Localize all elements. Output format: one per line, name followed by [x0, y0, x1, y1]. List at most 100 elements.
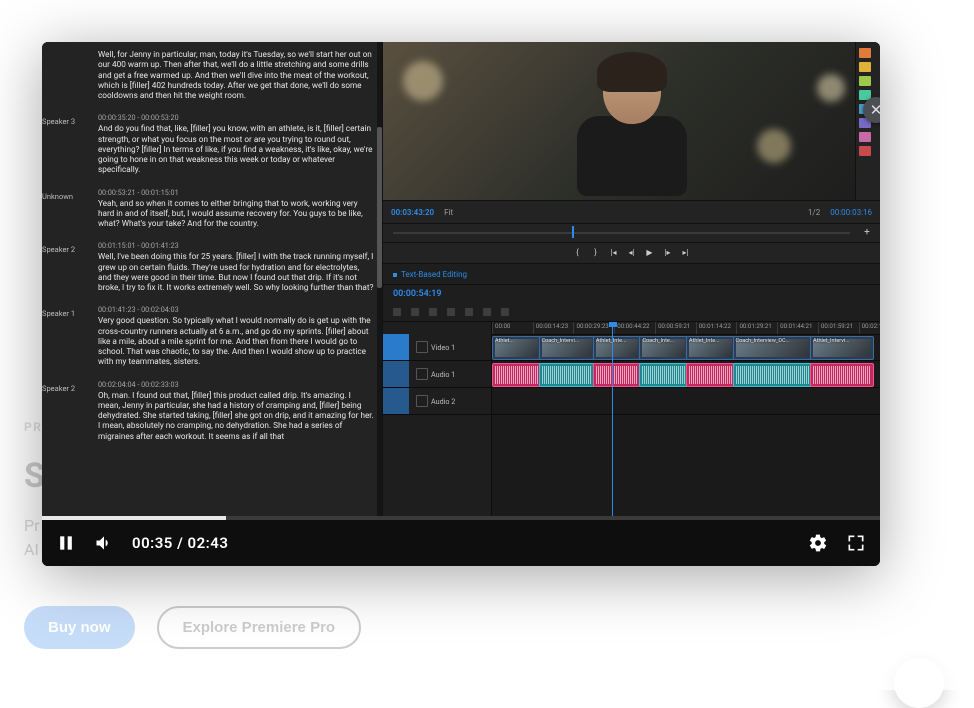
monitor-playhead[interactable]: [572, 226, 574, 238]
add-marker-icon[interactable]: +: [862, 228, 872, 238]
transcript-panel: Well, for Jenny in particular, man, toda…: [42, 42, 383, 516]
tool-icon[interactable]: [465, 308, 473, 316]
monitor-timecode-left: 00:03:43:20: [391, 208, 434, 217]
gear-icon: [808, 533, 828, 553]
transcript-segment[interactable]: Well, for Jenny in particular, man, toda…: [42, 42, 382, 107]
transcript-segment[interactable]: Unknown00:00:53:21 - 00:01:15:01Yeah, an…: [42, 182, 382, 236]
track-target-toggle[interactable]: [383, 388, 409, 414]
color-swatch[interactable]: [859, 132, 871, 142]
track-headers: Video 1 Audio 1 Audio 2: [383, 322, 492, 516]
settings-button[interactable]: [808, 533, 828, 553]
transcript-speaker: Speaker 2: [42, 241, 90, 293]
track-label: Video 1: [431, 343, 455, 352]
track-header[interactable]: Audio 1: [383, 361, 491, 388]
video-clip[interactable]: Athlet_Intervi...: [810, 336, 874, 360]
go-to-out-icon[interactable]: ▸|: [681, 248, 691, 258]
color-swatch[interactable]: [859, 146, 871, 156]
volume-icon: [94, 533, 114, 553]
transcript-speaker: Unknown: [42, 188, 90, 230]
audio-clip[interactable]: [810, 363, 874, 387]
audio-clip[interactable]: [492, 363, 541, 387]
track-label: Audio 1: [431, 370, 455, 379]
video-controls-bar: 00:35 / 02:43: [42, 516, 880, 566]
transcript-segment[interactable]: Speaker 300:00:35:20 - 00:00:53:20And do…: [42, 107, 382, 181]
play-icon[interactable]: ▶: [645, 248, 655, 258]
transcript-scroll-thumb[interactable]: [377, 127, 382, 288]
track-header[interactable]: Audio 2: [383, 388, 491, 415]
audio-clip[interactable]: [733, 363, 813, 387]
transcript-segment[interactable]: Speaker 1 00:01:41:23 - 00:02:04:03 Very g…: [42, 299, 382, 373]
step-back-icon[interactable]: ◂|: [627, 248, 637, 258]
mark-in-icon[interactable]: {: [573, 248, 583, 258]
audio-clip[interactable]: [539, 363, 595, 387]
transcript-timecode: 00:02:04:04 - 00:02:33:03: [98, 380, 374, 389]
video-clip[interactable]: Athlet...: [492, 336, 541, 360]
transcript-speaker: Speaker 2: [42, 380, 90, 442]
timeline-canvas[interactable]: 00:0000:00:14:2300:00:29:2300:00:44:2200…: [492, 322, 880, 516]
text-based-editing-toggle[interactable]: Text-Based Editing: [393, 270, 467, 279]
video-lane[interactable]: Athlet...Coach_Intervi...Athlet_Inte...C…: [492, 334, 880, 361]
transcript-speaker: [42, 48, 90, 101]
mark-out-icon[interactable]: }: [591, 248, 601, 258]
ruler-tick: 00:00:14:23: [533, 322, 568, 334]
audio-clip[interactable]: [686, 363, 735, 387]
audio-lane[interactable]: [492, 361, 880, 388]
clip-label: Coach_Intervi...: [542, 338, 580, 344]
audio-clip[interactable]: [639, 363, 688, 387]
transcript-text[interactable]: Well, I've been doing this for 25 years.…: [98, 252, 374, 293]
monitor-fit-label[interactable]: Fit: [444, 208, 453, 217]
monitor-scrub-bar[interactable]: +: [383, 224, 880, 243]
audio-clip[interactable]: [593, 363, 642, 387]
pause-icon: [56, 533, 76, 553]
monitor-resolution[interactable]: 1/2: [808, 208, 820, 217]
track-target-toggle[interactable]: [383, 361, 409, 387]
transcript-scrollbar[interactable]: [377, 42, 382, 516]
tool-icon[interactable]: [411, 308, 419, 316]
video-clip[interactable]: Athlet_Inte...: [686, 336, 735, 360]
track-mute-toggle[interactable]: [416, 368, 428, 380]
go-to-in-icon[interactable]: |◂: [609, 248, 619, 258]
track-header[interactable]: Video 1: [383, 334, 491, 361]
color-swatch[interactable]: [859, 76, 871, 86]
track-mute-toggle[interactable]: [416, 341, 428, 353]
video-clip[interactable]: Coach_Interview_DC...: [733, 336, 813, 360]
timeline-header: Text-Based Editing: [383, 264, 880, 285]
track-target-toggle[interactable]: [383, 334, 409, 360]
monitor-subject: [572, 58, 692, 198]
tool-icon[interactable]: [501, 308, 509, 316]
step-fwd-icon[interactable]: |▸: [663, 248, 673, 258]
ruler-tick: 00:00:44:22: [614, 322, 649, 334]
transcript-text[interactable]: Well, for Jenny in particular, man, toda…: [98, 50, 374, 101]
transcript-segment[interactable]: Speaker 2 00:01:15:01 - 00:01:41:23 Well, …: [42, 235, 382, 299]
audio-lane[interactable]: [492, 388, 880, 415]
ruler-tick: 00:02:14:20: [859, 322, 880, 334]
transcript-text[interactable]: Very good question. So typically what I …: [98, 316, 374, 367]
transcript-timecode: 00:01:15:01 - 00:01:41:23: [98, 241, 374, 250]
pause-button[interactable]: [56, 533, 76, 553]
ruler-tick: 00:01:29:21: [736, 322, 771, 334]
clip-label: Coach_Interview_DC...: [736, 338, 790, 344]
transcript-text[interactable]: Oh, man. I found out that, [filler] this…: [98, 391, 374, 442]
transcript-speaker: Speaker 1: [42, 305, 90, 367]
color-swatch[interactable]: [859, 62, 871, 72]
track-mute-toggle[interactable]: [416, 395, 428, 407]
tool-icon[interactable]: [393, 308, 401, 316]
tool-icon[interactable]: [483, 308, 491, 316]
video-clip[interactable]: Coach_Inte...: [639, 336, 688, 360]
timeline-playhead[interactable]: [612, 322, 613, 516]
transcript-segment[interactable]: Speaker 2 00:02:04:04 - 00:02:33:03 Oh, ma…: [42, 374, 382, 448]
video-clip[interactable]: Athlet_Inte...: [593, 336, 642, 360]
color-swatch[interactable]: [859, 48, 871, 58]
transcript-timecode: 00:01:41:23 - 00:02:04:03: [98, 305, 374, 314]
bokeh-decoration: [757, 129, 791, 163]
transcript-text[interactable]: Yeah, and so when it comes to either bri…: [98, 199, 374, 230]
sequence-timecode: 00:00:54:19: [383, 285, 880, 303]
transcript-text[interactable]: And do you find that, like, [filler] you…: [98, 124, 374, 175]
fullscreen-button[interactable]: [846, 533, 866, 553]
clip-label: Athlet_Intervi...: [813, 338, 849, 344]
tool-icon[interactable]: [447, 308, 455, 316]
video-clip[interactable]: Coach_Intervi...: [539, 336, 595, 360]
tool-icon[interactable]: [429, 308, 437, 316]
timeline-panel: Video 1 Audio 1 Audio 2 00:0000:00:14:2300…: [383, 322, 880, 516]
mute-button[interactable]: [94, 533, 114, 553]
